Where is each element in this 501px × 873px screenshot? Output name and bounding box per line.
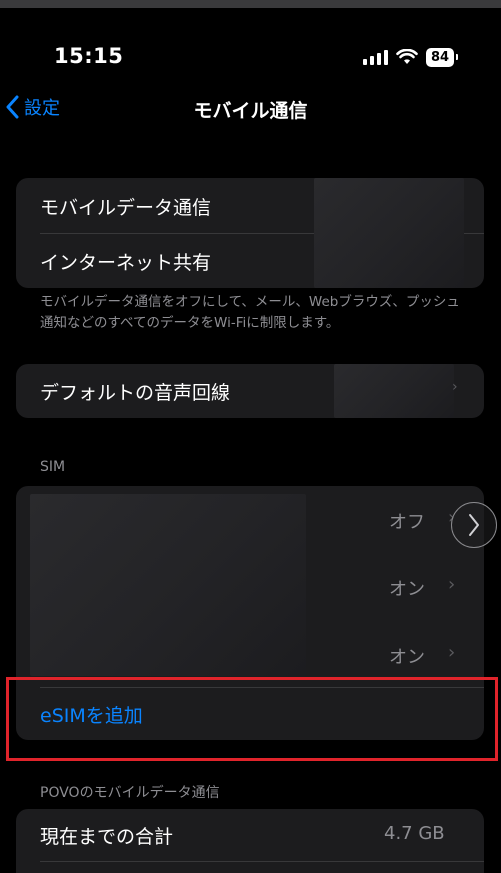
- sim-line-status: オン: [389, 579, 425, 600]
- divider: [40, 861, 484, 862]
- battery-icon: 84: [426, 47, 459, 67]
- usage-group: 現在までの合計 4.7 GB: [16, 809, 484, 873]
- mobile-data-group: モバイルデータ通信 インターネット共有: [16, 178, 484, 288]
- floating-next-button[interactable]: [451, 502, 497, 548]
- signal-icon: [363, 49, 388, 65]
- chevron-right-icon: ›: [448, 642, 456, 663]
- redacted-area: [334, 364, 454, 418]
- default-voice-group: デフォルトの音声回線 ›: [16, 364, 484, 418]
- mobile-data-label: モバイルデータ通信: [40, 196, 212, 219]
- chevron-right-icon: ›: [452, 379, 458, 395]
- status-time: 15:15: [54, 44, 124, 68]
- chevron-right-icon: [469, 514, 479, 536]
- mobile-data-footer: モバイルデータ通信をオフにして、メール、Webブラウズ、プッシュ通知などのすべて…: [40, 294, 460, 331]
- default-voice-line-label: デフォルトの音声回線: [40, 381, 231, 404]
- sim-line-status: オン: [389, 647, 425, 668]
- usage-total-label: 現在までの合計: [40, 825, 174, 848]
- redacted-area: [314, 178, 464, 288]
- top-edge-bar: [0, 0, 501, 8]
- sim-section-header: SIM: [40, 459, 66, 475]
- wifi-icon: [396, 49, 418, 64]
- sim-line-status: オフ: [389, 512, 425, 533]
- usage-section-header: POVOのモバイルデータ通信: [40, 785, 220, 801]
- highlight-box: [6, 677, 498, 761]
- page-title: モバイル通信: [193, 100, 308, 122]
- chevron-right-icon: ›: [448, 574, 456, 595]
- usage-total-value: 4.7 GB: [384, 823, 445, 844]
- status-icons: 84: [363, 44, 459, 70]
- hotspot-label: インターネット共有: [40, 251, 212, 274]
